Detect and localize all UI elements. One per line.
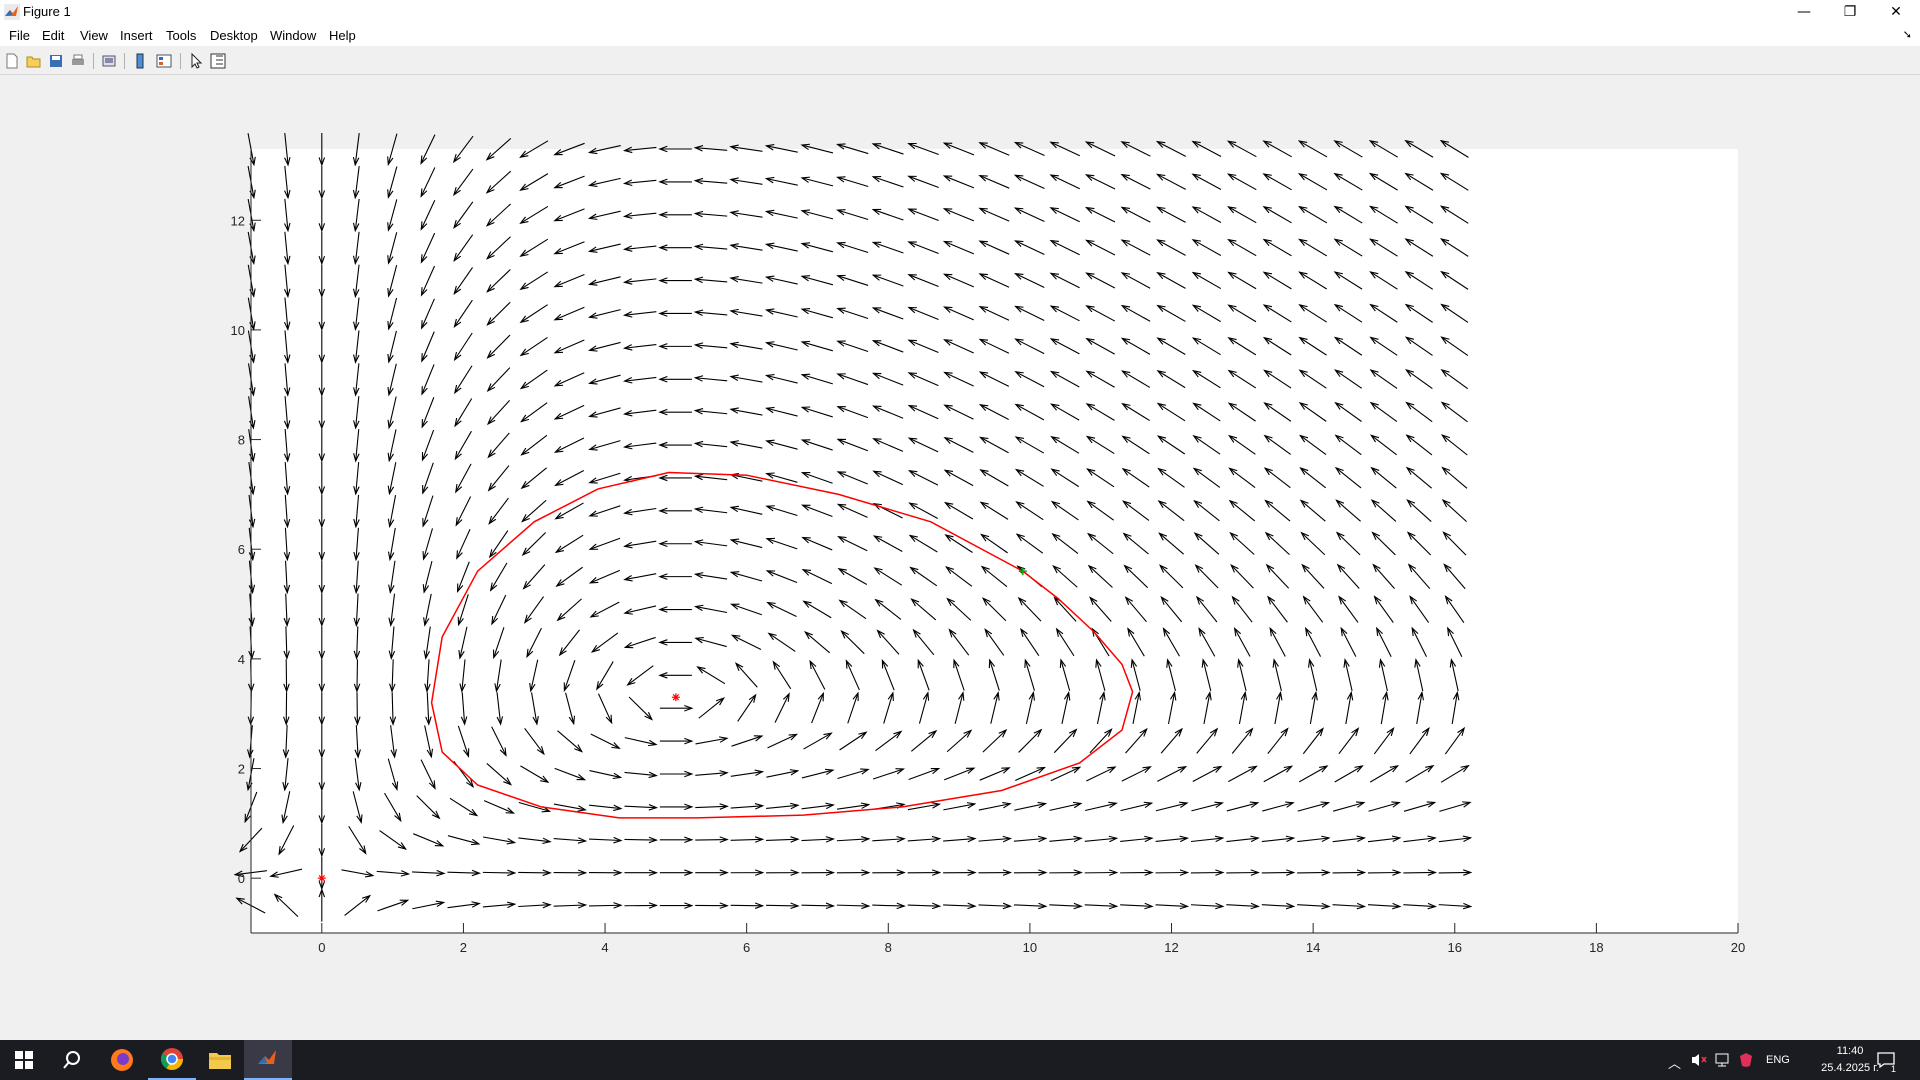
figure-canvas: 0 2 4 6 8 10 12 14 16 18 20 0 2 4 6 8 10 12: [231, 133, 1745, 955]
y-tick-label: 8: [238, 433, 245, 448]
equilibrium-marker: [671, 693, 680, 702]
equilibrium-marker: [317, 874, 326, 883]
chrome-icon: [161, 1048, 183, 1070]
x-tick-label: 4: [601, 940, 608, 955]
windows-start-button[interactable]: [0, 1040, 48, 1080]
y-tick-label: 2: [238, 762, 245, 777]
x-tick-label: 6: [743, 940, 750, 955]
security-app-icon[interactable]: [1738, 1052, 1754, 1068]
x-tick-label: 10: [1023, 940, 1037, 955]
y-tick-label: 0: [238, 871, 245, 886]
x-tick-label: 18: [1589, 940, 1603, 955]
notification-count: 1: [1891, 1064, 1897, 1074]
taskbar: ︿ ENG 11:40 25.4.2025 г. 1: [0, 1040, 1920, 1080]
x-tick-label: 12: [1164, 940, 1178, 955]
x-tick-label: 8: [885, 940, 892, 955]
x-tick-label: 16: [1448, 940, 1462, 955]
y-tick-label: 12: [231, 213, 245, 228]
windows-logo-icon: [15, 1051, 33, 1069]
x-tick-label: 20: [1731, 940, 1745, 955]
tray-chevron-icon[interactable]: ︿: [1668, 1053, 1681, 1072]
x-tick-label: 0: [318, 940, 325, 955]
matlab-icon: [258, 1050, 276, 1064]
chrome-button[interactable]: [148, 1040, 196, 1080]
search-button[interactable]: [48, 1040, 96, 1080]
y-tick-label: 10: [231, 323, 245, 338]
clock-time[interactable]: 11:40: [1820, 1045, 1880, 1057]
search-icon: [63, 1051, 80, 1069]
x-tick-label: 2: [460, 940, 467, 955]
folder-icon: [209, 1053, 231, 1069]
x-tick-label: 14: [1306, 940, 1320, 955]
matlab-taskbar-button[interactable]: [244, 1040, 292, 1080]
firefox-button[interactable]: [98, 1040, 146, 1080]
firefox-icon: [111, 1049, 133, 1071]
network-icon[interactable]: [1714, 1052, 1732, 1068]
language-indicator[interactable]: ENG: [1766, 1054, 1790, 1066]
y-tick-label: 4: [238, 652, 245, 667]
volume-muted-icon[interactable]: [1690, 1052, 1708, 1068]
file-explorer-button[interactable]: [196, 1040, 244, 1080]
y-tick-label: 6: [238, 542, 245, 557]
